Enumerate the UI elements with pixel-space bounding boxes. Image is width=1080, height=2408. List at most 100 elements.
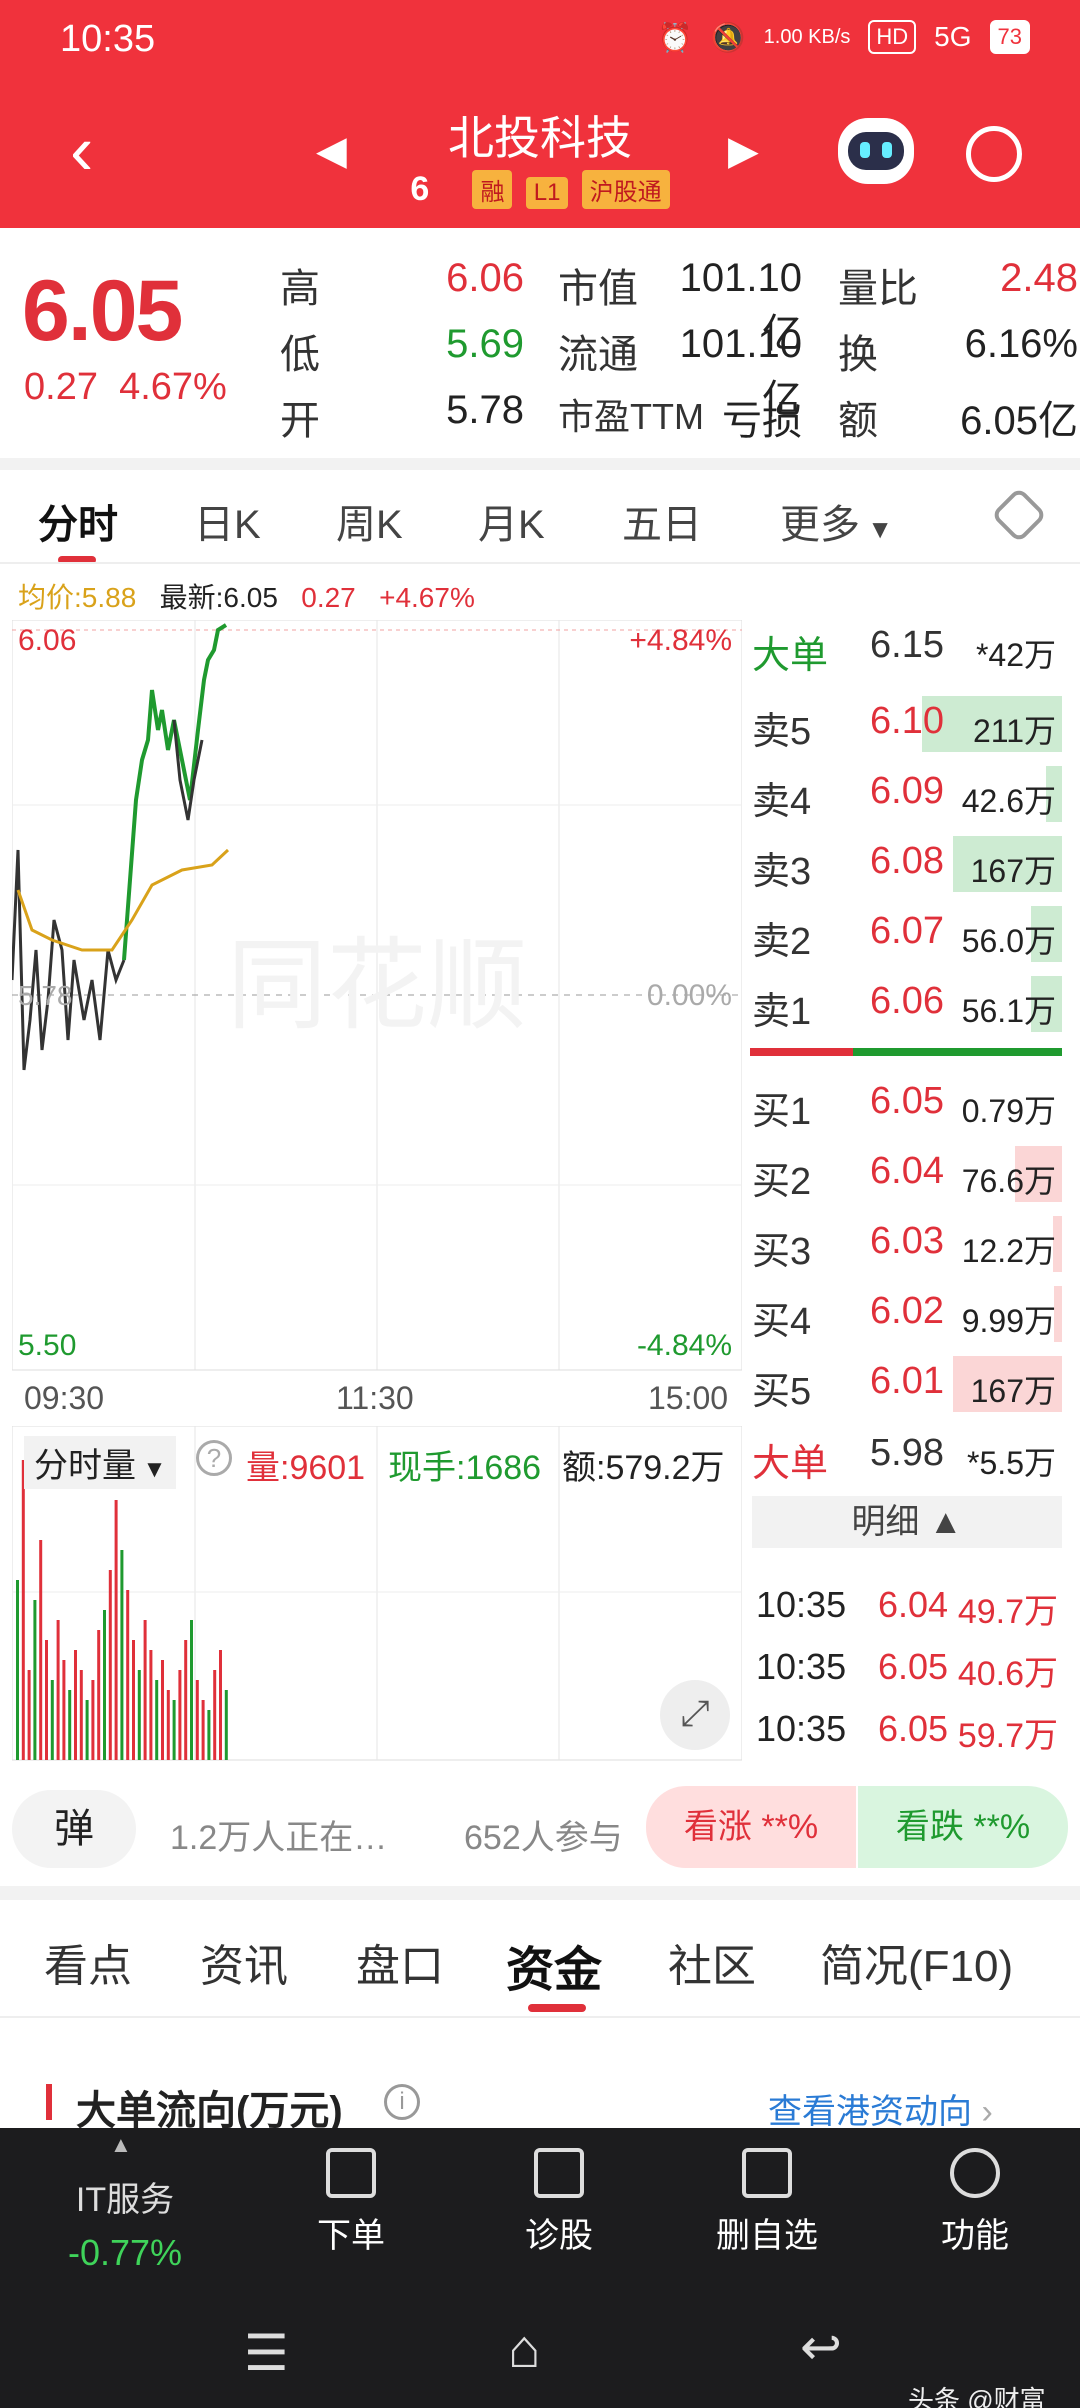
nav-functions[interactable]: 功能 — [910, 2148, 1040, 2257]
value-open: 5.78 — [446, 388, 524, 432]
net-speed: 1.00 KB/s — [763, 25, 851, 48]
mute-icon: 🔕 — [710, 21, 746, 53]
chevron-down-icon: ▼ — [136, 1456, 167, 1483]
chevron-up-icon[interactable]: ▲ — [110, 2132, 132, 2158]
tab-highlights[interactable]: 看点 — [44, 1930, 132, 1994]
bid-row[interactable]: 买1 6.05 0.79万 — [752, 1070, 1062, 1138]
ob-label: 卖4 — [752, 781, 812, 823]
ask-row[interactable]: 卖4 6.09 42.6万 — [752, 760, 1062, 828]
volume-bar — [62, 1660, 66, 1760]
chevron-right-icon: › — [981, 2093, 993, 2131]
robot-assistant-icon[interactable] — [838, 118, 914, 184]
ob-label: 买5 — [752, 1371, 812, 1413]
volume-bar — [114, 1500, 118, 1760]
tag-l1: L1 — [525, 177, 569, 209]
label-high: 高 — [280, 267, 320, 311]
tab-handicap[interactable]: 盘口 — [356, 1930, 444, 1994]
volume-bar — [155, 1680, 159, 1760]
avg-price: 均价:5.88 — [18, 582, 137, 613]
trade-time: 10:35 — [756, 1584, 847, 1625]
vote-up-button[interactable]: 看涨 **% — [646, 1786, 856, 1868]
nav-remove-watchlist[interactable]: 删自选 — [702, 2148, 832, 2257]
volume-bar — [207, 1710, 211, 1760]
tab-funds[interactable]: 资金 — [506, 1930, 602, 2000]
value-vol-ratio: 2.48 — [1000, 256, 1078, 300]
volume-bar — [74, 1650, 77, 1760]
diagnose-icon — [534, 2148, 584, 2198]
bid-row[interactable]: 买3 6.03 12.2万 — [752, 1210, 1062, 1278]
volume-bar — [16, 1580, 19, 1760]
big-sell-row[interactable]: 大单 6.15 *42万 — [752, 614, 1062, 682]
tab-more[interactable]: 更多 ▼ — [780, 492, 893, 550]
hk-flow-link-label: 查看港资动向 — [768, 2093, 972, 2131]
volume-bar — [33, 1600, 37, 1760]
barrage-toggle[interactable]: 弹 — [12, 1790, 136, 1868]
barrage-text-2: 652人参与 — [464, 1819, 623, 1857]
bid-row[interactable]: 买5 6.01 167万 — [752, 1350, 1062, 1418]
tab-news[interactable]: 资讯 — [200, 1930, 288, 1994]
volume-bar — [213, 1670, 217, 1760]
volume-selector[interactable]: 分时量 ▼ — [24, 1436, 177, 1489]
tab-five-day[interactable]: 五日 — [622, 492, 702, 550]
tab-daily-k[interactable]: 日K — [194, 492, 261, 550]
ask-row[interactable]: 卖1 6.06 56.1万 — [752, 970, 1062, 1038]
tab-community[interactable]: 社区 — [668, 1930, 756, 1994]
axis-mid-price: 5.78 — [18, 980, 73, 1011]
section-marker — [46, 2084, 52, 2120]
sector-name[interactable]: IT服务 — [50, 2172, 200, 2221]
menu-icon — [950, 2148, 1000, 2198]
hk-flow-link[interactable]: 查看港资动向 › — [768, 2084, 993, 2133]
settings-icon[interactable] — [990, 486, 1048, 544]
change-abs: 0.27 — [24, 366, 98, 408]
volume-bar — [50, 1680, 54, 1760]
ob-label: 卖2 — [752, 921, 812, 963]
volume-bar — [132, 1640, 135, 1760]
chevron-down-icon: ▼ — [860, 514, 893, 544]
ask-row[interactable]: 卖2 6.07 56.0万 — [752, 900, 1062, 968]
big-buy-row[interactable]: 大单 5.98 *5.5万 — [752, 1422, 1062, 1490]
search-icon[interactable] — [966, 126, 1022, 182]
vote-down-button[interactable]: 看跌 **% — [858, 1786, 1068, 1868]
nav-diagnose-label: 诊股 — [525, 2217, 593, 2255]
system-menu-icon[interactable]: ☰ — [244, 2324, 289, 2382]
ob-price: 6.04 — [870, 1150, 944, 1192]
system-home-icon[interactable]: ⌂ — [508, 2318, 541, 2380]
volume-bar — [172, 1700, 176, 1760]
value-pe: 亏损 — [722, 399, 802, 443]
section-tab-indicator — [528, 2004, 586, 2012]
nav-diagnose[interactable]: 诊股 — [494, 2148, 624, 2257]
bid-row[interactable]: 买4 6.02 9.99万 — [752, 1280, 1062, 1348]
volume-bar — [224, 1690, 228, 1760]
nav-order[interactable]: 下单 — [286, 2148, 416, 2257]
ob-price: 6.06 — [870, 980, 944, 1022]
ob-label: 卖1 — [752, 991, 812, 1033]
tab-weekly-k[interactable]: 周K — [336, 492, 403, 550]
ob-qty: 76.6万 — [961, 1163, 1056, 1199]
divider — [0, 1886, 1080, 1900]
tab-monthly-k[interactable]: 月K — [478, 492, 545, 550]
bid-row[interactable]: 买2 6.04 76.6万 — [752, 1140, 1062, 1208]
chart-watermark: 同花顺 — [227, 927, 527, 1044]
volume-bar — [137, 1670, 141, 1760]
intraday-chart[interactable]: 同花顺 6.06 5.78 5.50 +4.84% 0.00% -4.84% — [12, 620, 742, 1380]
system-back-icon[interactable]: ↩ — [800, 2318, 842, 2376]
ob-qty: *5.5万 — [967, 1445, 1056, 1481]
time-end: 15:00 — [648, 1380, 729, 1416]
ob-label: 买2 — [752, 1161, 812, 1203]
nav-functions-label: 功能 — [941, 2217, 1009, 2255]
help-icon[interactable]: ? — [196, 1440, 232, 1476]
axis-bottom-price: 5.50 — [18, 1329, 76, 1362]
status-time: 10:35 — [60, 18, 156, 60]
tab-intraday[interactable]: 分时 — [38, 492, 118, 550]
ob-qty: 56.1万 — [961, 993, 1056, 1029]
info-icon[interactable]: i — [384, 2084, 420, 2120]
ob-qty: 0.79万 — [961, 1093, 1056, 1129]
value-amount: 6.05亿 — [960, 399, 1078, 443]
tab-profile[interactable]: 简况(F10) — [820, 1930, 1013, 1994]
signal: 5G — [934, 21, 972, 52]
fullscreen-icon[interactable]: ⤢ — [660, 1680, 730, 1750]
ask-row[interactable]: 卖3 6.08 167万 — [752, 830, 1062, 898]
ob-qty: 167万 — [970, 853, 1056, 889]
detail-toggle[interactable]: 明细 ▲ — [752, 1496, 1062, 1548]
ask-row[interactable]: 卖5 6.10 211万 — [752, 690, 1062, 758]
